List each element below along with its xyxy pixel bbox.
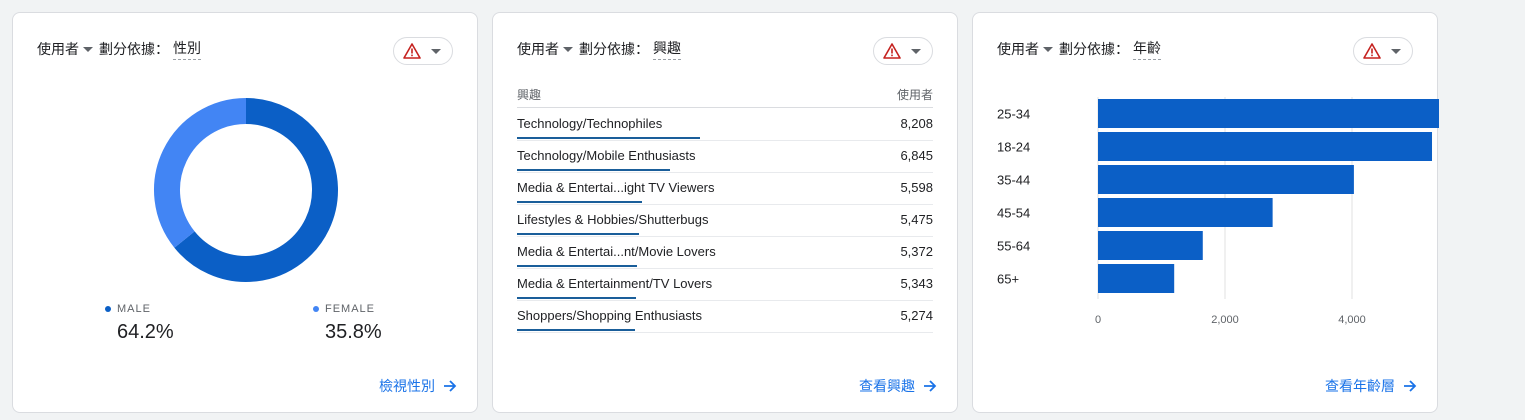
chevron-down-icon	[911, 48, 921, 54]
x-tick-label: 0	[1095, 314, 1101, 326]
donut-slice-female[interactable]	[154, 98, 247, 248]
bar-18-24[interactable]	[1098, 132, 1433, 161]
age-bar-chart: 02,0004,0006,00025-3418-2435-4445-5455-6…	[997, 97, 1439, 326]
table-row[interactable]: Media & Entertai...ight TV Viewers 5,598	[517, 173, 933, 205]
row-value-bar	[517, 201, 642, 203]
gender-donut-chart	[154, 98, 338, 282]
row-value-bar	[517, 233, 640, 235]
bar-55-64[interactable]	[1098, 231, 1203, 260]
bar-65+[interactable]	[1098, 264, 1175, 293]
row-name: Shoppers/Shopping Enthusiasts	[517, 308, 703, 323]
x-tick-label: 4,000	[1338, 314, 1366, 326]
breakdown-label: 劃分依據：	[579, 41, 649, 57]
table-row[interactable]: Technology/Technophiles 8,208	[517, 109, 933, 141]
bar-45-54[interactable]	[1098, 198, 1273, 227]
legend-value: 64.2%	[117, 321, 174, 343]
legend-label: FEMALE	[325, 303, 376, 315]
gender-card: 使用者 劃分依據： 性別 MALE 64.2% FEMALE 35.8% 檢視性…	[12, 12, 478, 413]
warning-menu-button[interactable]	[873, 37, 933, 65]
row-value-bar	[517, 137, 700, 139]
category-label: 25-34	[997, 107, 1030, 122]
row-value: 5,343	[900, 276, 933, 291]
chevron-down-icon[interactable]	[83, 46, 93, 52]
arrow-right-icon	[924, 380, 937, 392]
warning-menu-button[interactable]	[393, 37, 453, 65]
view-age-link[interactable]: 查看年齡層	[1325, 376, 1417, 396]
interest-card: 使用者 劃分依據： 興趣 興趣 使用者 Technology/Technophi…	[492, 12, 958, 413]
legend-value: 35.8%	[325, 321, 382, 343]
card-header: 使用者 劃分依據： 性別	[37, 38, 201, 60]
metric-selector[interactable]: 使用者	[517, 39, 559, 59]
row-value-bar	[517, 297, 637, 299]
chevron-down-icon[interactable]	[563, 46, 573, 52]
table-row[interactable]: Media & Entertai...nt/Movie Lovers 5,372	[517, 237, 933, 269]
legend-male: MALE 64.2%	[105, 303, 174, 344]
bar-25-34[interactable]	[1098, 99, 1439, 128]
row-value: 8,208	[900, 116, 933, 131]
link-label: 查看年齡層	[1325, 378, 1395, 394]
column-header-interest: 興趣	[517, 88, 542, 102]
category-label: 55-64	[997, 239, 1030, 254]
female-dot-icon	[313, 306, 319, 313]
link-label: 查看興趣	[859, 378, 915, 394]
link-label: 檢視性別	[379, 378, 435, 394]
row-value: 5,274	[900, 308, 933, 323]
category-label: 18-24	[997, 140, 1030, 155]
card-header: 使用者 劃分依據： 興趣	[517, 38, 681, 60]
column-header-users: 使用者	[896, 88, 933, 102]
metric-selector[interactable]: 使用者	[37, 39, 79, 59]
row-value-bar	[517, 169, 670, 171]
row-value: 6,845	[900, 148, 933, 163]
arrow-right-icon	[444, 380, 457, 392]
row-name: Media & Entertainment/TV Lovers	[517, 276, 713, 291]
dimension-label: 性別	[173, 38, 201, 60]
arrow-right-icon	[1404, 380, 1417, 392]
row-name: Technology/Mobile Enthusiasts	[517, 148, 696, 163]
legend-label: MALE	[117, 303, 151, 315]
row-name: Media & Entertai...ight TV Viewers	[517, 180, 715, 195]
dimension-label: 興趣	[653, 38, 681, 60]
row-name: Lifestyles & Hobbies/Shutterbugs	[517, 212, 709, 227]
row-value-bar	[517, 329, 635, 331]
category-label: 65+	[997, 272, 1019, 287]
table-header: 興趣 使用者	[517, 86, 933, 108]
category-label: 35-44	[997, 173, 1030, 188]
table-row[interactable]: Lifestyles & Hobbies/Shutterbugs 5,475	[517, 205, 933, 237]
row-value: 5,372	[900, 244, 933, 259]
table-row[interactable]: Shoppers/Shopping Enthusiasts 5,274	[517, 301, 933, 333]
warning-icon	[883, 43, 901, 59]
row-value-bar	[517, 265, 637, 267]
breakdown-label: 劃分依據：	[99, 41, 169, 57]
table-row[interactable]: Technology/Mobile Enthusiasts 6,845	[517, 141, 933, 173]
row-value: 5,475	[900, 212, 933, 227]
male-dot-icon	[105, 306, 111, 313]
view-gender-link[interactable]: 檢視性別	[379, 376, 457, 396]
chevron-down-icon	[431, 48, 441, 54]
age-card: 使用者 劃分依據： 年齡 02,0004,0006,00025-3418-243…	[972, 12, 1439, 413]
warning-icon	[403, 43, 421, 59]
x-tick-label: 2,000	[1211, 314, 1239, 326]
view-interests-link[interactable]: 查看興趣	[859, 376, 937, 396]
row-name: Technology/Technophiles	[517, 116, 663, 131]
row-name: Media & Entertai...nt/Movie Lovers	[517, 244, 716, 259]
bar-35-44[interactable]	[1098, 165, 1354, 194]
category-label: 45-54	[997, 206, 1030, 221]
table-row[interactable]: Media & Entertainment/TV Lovers 5,343	[517, 269, 933, 301]
legend-female: FEMALE 35.8%	[313, 303, 382, 344]
row-value: 5,598	[900, 180, 933, 195]
